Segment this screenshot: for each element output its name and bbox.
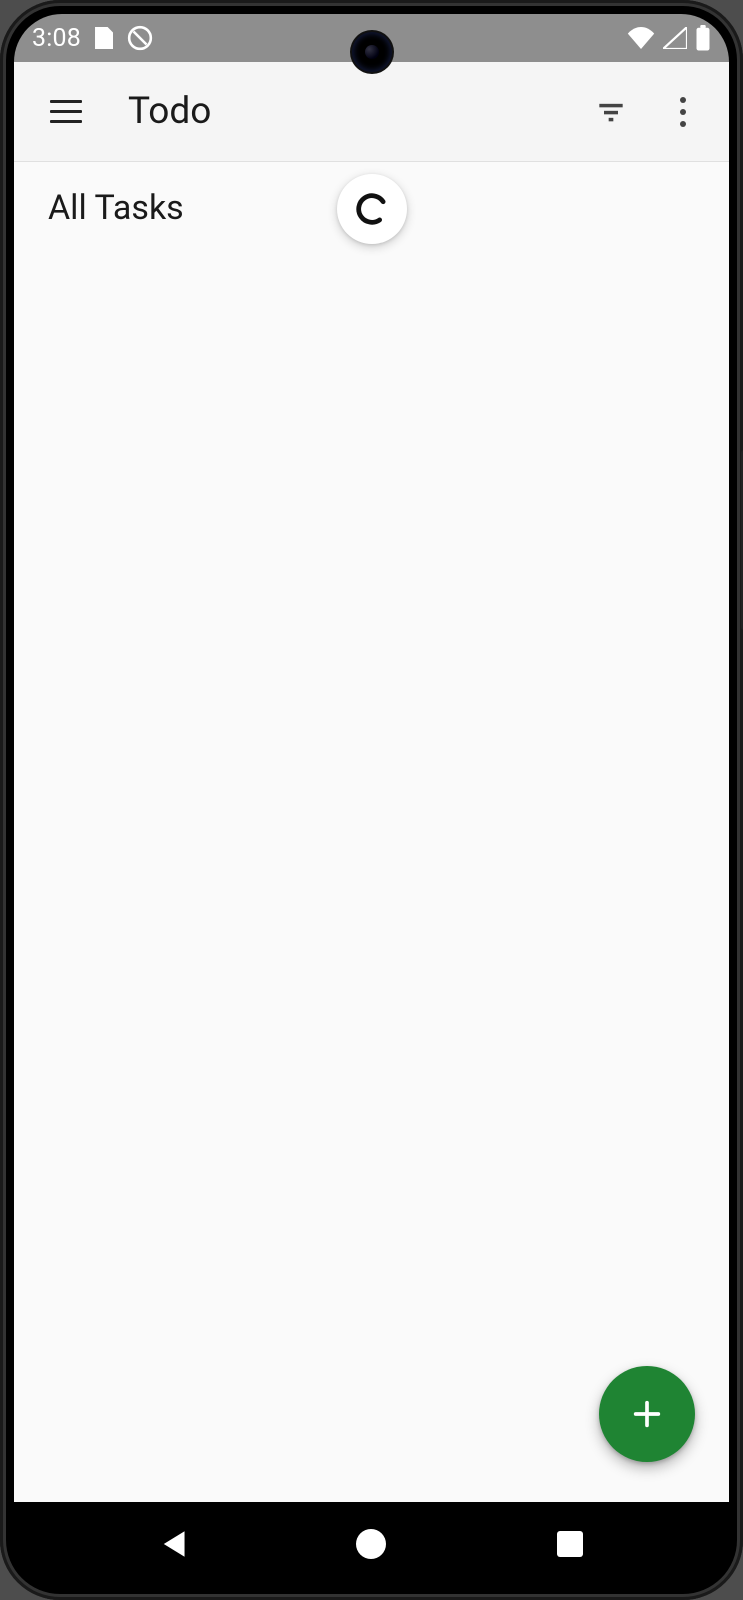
battery-full-icon (695, 25, 711, 51)
recent-square-icon (557, 1531, 583, 1557)
cellular-signal-icon (663, 27, 687, 49)
status-time: 3:08 (32, 24, 81, 53)
app-bar: Todo (14, 62, 729, 162)
overflow-menu-button[interactable] (647, 76, 719, 148)
system-nav-bar (14, 1502, 729, 1586)
wifi-icon (627, 27, 655, 49)
more-vert-icon (680, 97, 686, 127)
do-not-disturb-icon (127, 25, 153, 51)
back-triangle-icon (159, 1529, 187, 1559)
sd-card-icon (95, 27, 113, 49)
progress-spinner-icon (353, 190, 391, 228)
add-task-fab[interactable] (599, 1366, 695, 1462)
nav-back-button[interactable] (143, 1514, 203, 1574)
nav-recent-button[interactable] (540, 1514, 600, 1574)
device-frame: 3:08 (0, 0, 743, 1600)
status-bar-right (627, 25, 711, 51)
content-area: All Tasks (14, 162, 729, 1502)
app-title: Todo (128, 90, 575, 133)
menu-icon (50, 110, 82, 114)
status-bar-left: 3:08 (32, 24, 153, 53)
nav-home-button[interactable] (341, 1514, 401, 1574)
device-inner: 3:08 (14, 14, 729, 1586)
screen: 3:08 (14, 14, 729, 1586)
plus-icon (630, 1397, 664, 1431)
camera-notch (352, 32, 392, 72)
home-circle-icon (356, 1529, 386, 1559)
filter-button[interactable] (575, 76, 647, 148)
pull-to-refresh-spinner (337, 174, 407, 244)
filter-list-icon (594, 98, 628, 126)
menu-button[interactable] (36, 82, 96, 142)
